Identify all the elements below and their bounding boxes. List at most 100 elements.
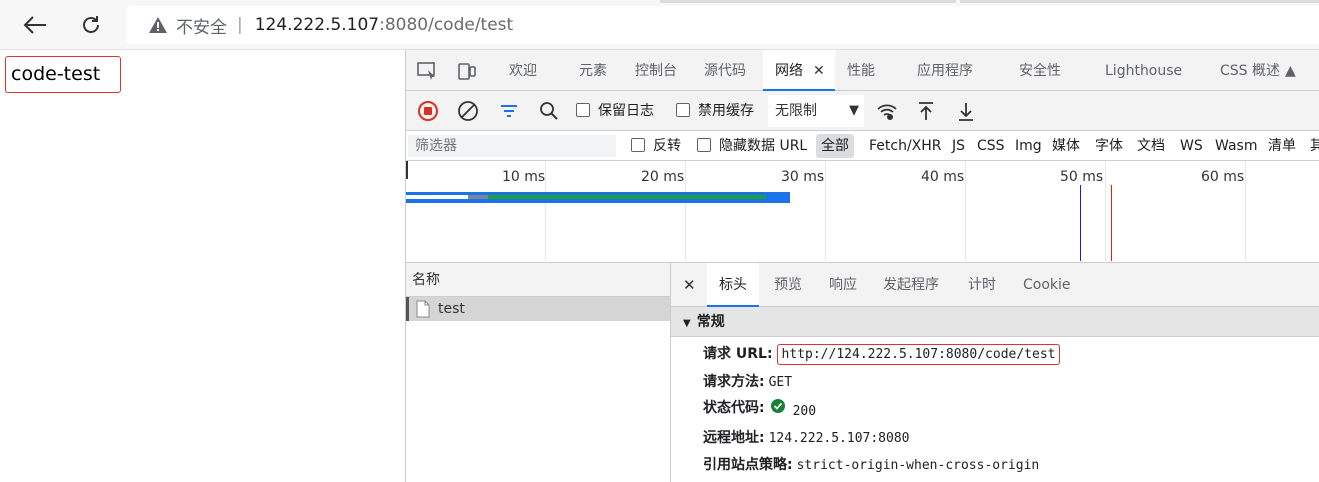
- timeline-gridline: [1245, 161, 1246, 263]
- column-header-name[interactable]: 名称: [406, 263, 670, 297]
- devtools-panel: 欢迎 元素 控制台 源代码 网络 ✕ 性能 应用程序 安全性 Lighthouse…: [405, 50, 1319, 482]
- request-row[interactable]: test: [406, 297, 670, 321]
- checkbox-box: [631, 138, 645, 152]
- record-icon[interactable]: [417, 100, 439, 122]
- filter-icon[interactable]: [498, 100, 520, 122]
- reload-button[interactable]: [76, 10, 106, 40]
- tab-strip-edge: [660, 0, 956, 3]
- tab-network[interactable]: 网络 ✕: [763, 50, 835, 91]
- request-bar-stalled: [468, 195, 488, 199]
- back-button[interactable]: [20, 10, 50, 40]
- request-list: 名称 test: [406, 263, 671, 482]
- insecure-label: 不安全: [176, 17, 227, 38]
- download-icon[interactable]: [955, 100, 977, 122]
- checkbox-box: [576, 103, 590, 117]
- request-bar-waiting: [488, 195, 766, 199]
- field-value: 200: [792, 404, 817, 419]
- clear-icon[interactable]: [457, 100, 479, 122]
- preserve-log-checkbox[interactable]: 保留日志: [576, 91, 654, 131]
- network-toolbar: 保留日志 禁用缓存 无限制 ▼: [406, 91, 1319, 131]
- field-value: GET: [768, 375, 793, 390]
- filter-type-fetch[interactable]: Fetch/XHR: [869, 131, 942, 161]
- filter-type-other[interactable]: 其: [1310, 131, 1319, 161]
- tab-response[interactable]: 响应: [829, 263, 857, 307]
- triangle-down-icon: ▼: [683, 318, 691, 329]
- close-icon[interactable]: ✕: [813, 63, 825, 79]
- timeline-gridline: [685, 161, 686, 263]
- search-icon[interactable]: [538, 100, 560, 122]
- filter-type-img[interactable]: Img: [1015, 131, 1042, 161]
- tab-network-label: 网络: [775, 63, 803, 79]
- inspect-element-icon[interactable]: [416, 60, 438, 82]
- preserve-log-label: 保留日志: [598, 103, 654, 119]
- filter-type-css[interactable]: CSS: [977, 131, 1005, 161]
- tab-preview[interactable]: 预览: [774, 263, 802, 307]
- checkbox-box: [697, 138, 711, 152]
- browser-toolbar: 不安全 | 124.222.5.107:8080/code/test: [0, 0, 1319, 50]
- disable-cache-checkbox[interactable]: 禁用缓存: [676, 91, 754, 131]
- field-request-method: 请求方法: GET: [703, 371, 792, 391]
- filter-type-media[interactable]: 媒体: [1052, 131, 1080, 161]
- invert-label: 反转: [653, 138, 681, 154]
- warning-icon: [149, 17, 167, 33]
- reload-icon: [83, 16, 99, 33]
- tab-application[interactable]: 应用程序: [917, 50, 973, 91]
- page-text: code-test: [5, 56, 121, 93]
- chevron-down-icon: ▼: [849, 103, 859, 118]
- timeline-gridline: [825, 161, 826, 263]
- tab-elements[interactable]: 元素: [579, 50, 607, 91]
- tab-security[interactable]: 安全性: [1019, 50, 1061, 91]
- document-icon: [416, 300, 430, 318]
- timeline-tick: 40 ms: [921, 169, 965, 185]
- timeline-tick: 60 ms: [1201, 169, 1245, 185]
- tab-css-overview-label: CSS 概述: [1220, 63, 1280, 79]
- filter-bar: 反转 隐藏数据 URL 全部 Fetch/XHR JS CSS Img 媒体 字…: [406, 131, 1319, 161]
- field-request-url: 请求 URL: http://124.222.5.107:8080/code/te…: [703, 343, 1061, 365]
- filter-input[interactable]: [408, 135, 616, 157]
- upload-icon[interactable]: [915, 100, 937, 122]
- close-icon[interactable]: ✕: [683, 263, 696, 307]
- device-toolbar-icon[interactable]: [456, 60, 478, 82]
- filter-type-js[interactable]: JS: [952, 131, 965, 161]
- disable-cache-label: 禁用缓存: [698, 103, 754, 119]
- tab-performance[interactable]: 性能: [847, 50, 875, 91]
- field-key: 请求方法:: [703, 374, 765, 390]
- tab-sources[interactable]: 源代码: [704, 50, 746, 91]
- tab-cookies[interactable]: Cookie: [1023, 263, 1071, 307]
- dom-content-loaded-line: [1080, 185, 1081, 261]
- throttle-value: 无限制: [775, 103, 817, 119]
- network-conditions-icon[interactable]: [876, 100, 898, 122]
- tab-console[interactable]: 控制台: [635, 50, 677, 91]
- invert-checkbox[interactable]: 反转: [631, 131, 681, 161]
- hide-data-urls-checkbox[interactable]: 隐藏数据 URL: [697, 131, 807, 161]
- field-key: 远程地址:: [703, 430, 765, 446]
- filter-type-manifest[interactable]: 清单: [1268, 131, 1296, 161]
- field-status-code: 状态代码: 200: [703, 397, 817, 419]
- tab-css-overview[interactable]: CSS 概述 ▲: [1220, 50, 1296, 91]
- timeline-tick: 50 ms: [1060, 169, 1104, 185]
- field-key: 状态代码:: [703, 400, 765, 416]
- tab-headers[interactable]: 标头: [707, 263, 759, 307]
- field-value: strict-origin-when-cross-origin: [796, 458, 1040, 473]
- timeline-tick: 20 ms: [641, 169, 685, 185]
- filter-type-all[interactable]: 全部: [816, 134, 854, 158]
- checkbox-box: [676, 103, 690, 117]
- filter-type-wasm[interactable]: Wasm: [1215, 131, 1257, 161]
- timeline-overview[interactable]: 10 ms 20 ms 30 ms 40 ms 50 ms 60 ms: [406, 161, 1319, 263]
- general-section-header[interactable]: ▼ 常规: [671, 307, 1319, 337]
- tab-timing[interactable]: 计时: [968, 263, 996, 307]
- hide-data-urls-label: 隐藏数据 URL: [719, 138, 808, 154]
- tab-welcome[interactable]: 欢迎: [509, 50, 537, 91]
- filter-type-ws[interactable]: WS: [1180, 131, 1203, 161]
- tab-lighthouse[interactable]: Lighthouse: [1105, 50, 1182, 91]
- field-referrer-policy: 引用站点策略: strict-origin-when-cross-origin: [703, 454, 1039, 474]
- details-tabbar: ✕ 标头 预览 响应 发起程序 计时 Cookie: [671, 263, 1319, 307]
- load-event-line: [1111, 185, 1112, 261]
- request-bar-queue: [406, 195, 468, 199]
- request-name: test: [438, 301, 465, 317]
- tab-initiator[interactable]: 发起程序: [883, 263, 939, 307]
- throttle-select[interactable]: 无限制 ▼: [768, 95, 864, 127]
- address-bar[interactable]: 不安全 | 124.222.5.107:8080/code/test: [126, 6, 1319, 44]
- filter-type-font[interactable]: 字体: [1095, 131, 1123, 161]
- filter-type-doc[interactable]: 文档: [1137, 131, 1165, 161]
